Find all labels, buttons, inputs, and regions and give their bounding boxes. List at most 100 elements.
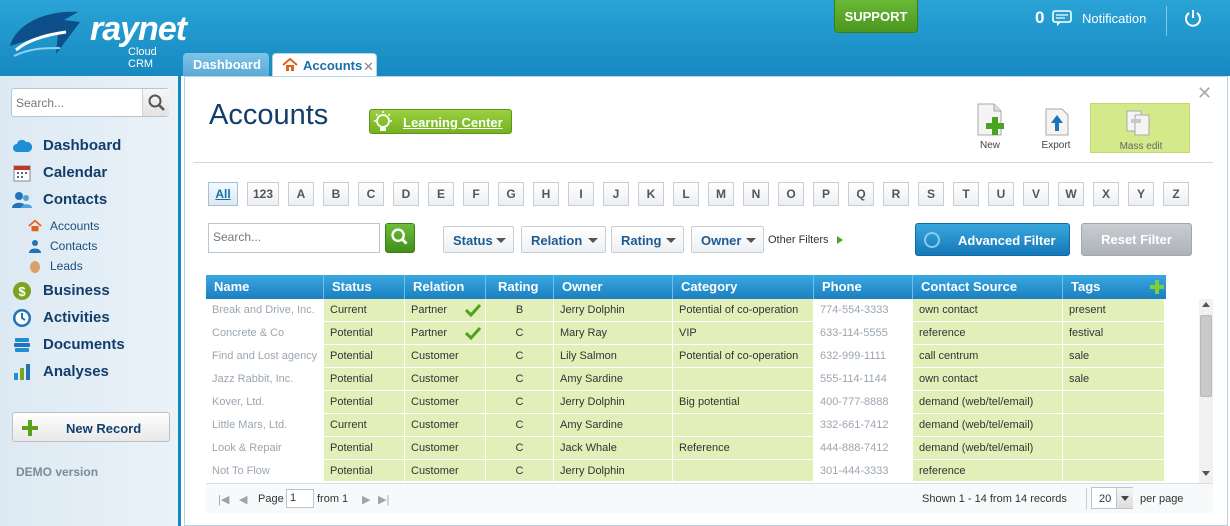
- column-header-tags[interactable]: Tags: [1063, 275, 1143, 299]
- table-row[interactable]: Find and Lost agency Potential Customer C Li…: [206, 345, 1166, 368]
- owner-dropdown[interactable]: Owner: [691, 226, 764, 253]
- column-header-phone[interactable]: Phone: [814, 275, 913, 299]
- prev-page-icon[interactable]: ◀: [239, 493, 247, 506]
- export-button[interactable]: Export: [1031, 103, 1081, 151]
- sidebar-subitem-leads[interactable]: Leads: [28, 257, 168, 275]
- column-header-rating[interactable]: Rating: [486, 275, 554, 299]
- cell-name[interactable]: Concrete & Co: [206, 322, 324, 344]
- alphabet-filter-all[interactable]: All: [208, 182, 238, 206]
- alphabet-filter-y[interactable]: Y: [1128, 182, 1154, 206]
- alphabet-filter-s[interactable]: S: [918, 182, 944, 206]
- other-filters-link[interactable]: Other Filters: [768, 234, 829, 246]
- alphabet-filter-e[interactable]: E: [428, 182, 454, 206]
- cell-name[interactable]: Find and Lost agency: [206, 345, 324, 367]
- alphabet-filter-k[interactable]: K: [638, 182, 664, 206]
- cell-name[interactable]: Not To Flow: [206, 460, 324, 481]
- tab-close-icon[interactable]: ✕: [363, 55, 374, 78]
- alphabet-filter-f[interactable]: F: [463, 182, 489, 206]
- scroll-down-icon[interactable]: [1202, 471, 1210, 476]
- column-header-name[interactable]: Name: [206, 275, 324, 299]
- power-icon[interactable]: [1184, 9, 1202, 27]
- page-size-select[interactable]: 20: [1091, 487, 1133, 509]
- alphabet-filter-d[interactable]: D: [393, 182, 419, 206]
- notification-chat-icon[interactable]: [1052, 10, 1072, 26]
- new-record-button[interactable]: New Record: [12, 412, 170, 442]
- column-header-contact-source[interactable]: Contact Source: [913, 275, 1063, 299]
- sidebar-item-calendar[interactable]: Calendar: [12, 161, 177, 185]
- alphabet-filter-w[interactable]: W: [1058, 182, 1084, 206]
- sidebar-search-input[interactable]: [16, 94, 136, 112]
- raynet-logo[interactable]: raynet Cloud CRM: [6, 4, 187, 70]
- table-row[interactable]: Break and Drive, Inc. Current Partner B Jerr…: [206, 299, 1166, 322]
- table-row[interactable]: Concrete & Co Potential Partner C Mary Ray VI…: [206, 322, 1166, 345]
- table-row[interactable]: Kover, Ltd. Potential Customer C Jerry Dolph…: [206, 391, 1166, 414]
- tab-accounts[interactable]: Accounts ✕: [272, 53, 377, 76]
- sidebar-subitem-contacts[interactable]: Contacts: [28, 237, 168, 255]
- alphabet-filter-h[interactable]: H: [533, 182, 559, 206]
- chevron-down-icon[interactable]: [1116, 488, 1133, 508]
- chevron-right-icon[interactable]: [837, 236, 843, 244]
- cell-name[interactable]: Little Mars, Ltd.: [206, 414, 324, 436]
- sidebar-item-activities[interactable]: Activities: [12, 306, 177, 330]
- table-row[interactable]: Not To Flow Potential Customer C Jerry Dolph…: [206, 460, 1166, 481]
- alphabet-filter-m[interactable]: M: [708, 182, 734, 206]
- alphabet-filter-c[interactable]: C: [358, 182, 384, 206]
- sidebar-subitem-accounts[interactable]: Accounts: [28, 217, 168, 235]
- rating-dropdown[interactable]: Rating: [611, 226, 684, 253]
- alphabet-filter-n[interactable]: N: [743, 182, 769, 206]
- table-row[interactable]: Little Mars, Ltd. Current Customer C Amy Sar…: [206, 414, 1166, 437]
- column-header-relation[interactable]: Relation: [405, 275, 486, 299]
- status-dropdown[interactable]: Status: [443, 226, 514, 253]
- column-header-owner[interactable]: Owner: [554, 275, 673, 299]
- alphabet-filter-r[interactable]: R: [883, 182, 909, 206]
- sidebar-item-analyses[interactable]: Analyses: [12, 360, 177, 384]
- alphabet-filter-o[interactable]: O: [778, 182, 804, 206]
- support-button[interactable]: SUPPORT: [834, 0, 918, 33]
- alphabet-filter-j[interactable]: J: [603, 182, 629, 206]
- sidebar-item-business[interactable]: $ Business: [12, 279, 177, 303]
- sidebar-item-contacts[interactable]: Contacts: [12, 188, 177, 212]
- alphabet-filter-g[interactable]: G: [498, 182, 524, 206]
- alphabet-filter-123[interactable]: 123: [247, 182, 279, 206]
- alphabet-filter-l[interactable]: L: [673, 182, 699, 206]
- alphabet-filter-z[interactable]: Z: [1163, 182, 1189, 206]
- sidebar-item-dashboard[interactable]: Dashboard: [12, 134, 177, 158]
- advanced-filter-button[interactable]: Advanced Filter: [915, 223, 1070, 256]
- close-icon[interactable]: ✕: [1197, 83, 1212, 104]
- column-header-status[interactable]: Status: [324, 275, 405, 299]
- sidebar-item-documents[interactable]: Documents: [12, 333, 177, 357]
- next-page-icon[interactable]: ▶: [362, 493, 370, 506]
- alphabet-filter-b[interactable]: B: [323, 182, 349, 206]
- alphabet-filter-a[interactable]: A: [288, 182, 314, 206]
- column-header-category[interactable]: Category: [673, 275, 814, 299]
- sidebar-search-button[interactable]: [142, 89, 169, 116]
- list-search-input[interactable]: [213, 230, 373, 244]
- add-column-icon[interactable]: [1150, 280, 1164, 294]
- search-go-button[interactable]: [385, 223, 415, 253]
- page-number-input[interactable]: 1: [286, 489, 314, 508]
- last-page-icon[interactable]: ▶|: [378, 493, 389, 506]
- first-page-icon[interactable]: |◀: [218, 493, 229, 506]
- table-scrollbar[interactable]: [1199, 299, 1213, 483]
- cell-name[interactable]: Look & Repair: [206, 437, 324, 459]
- alphabet-filter-p[interactable]: P: [813, 182, 839, 206]
- alphabet-filter-q[interactable]: Q: [848, 182, 874, 206]
- alphabet-filter-u[interactable]: U: [988, 182, 1014, 206]
- alphabet-filter-x[interactable]: X: [1093, 182, 1119, 206]
- mass-edit-button[interactable]: Mass edit: [1090, 103, 1190, 153]
- alphabet-filter-v[interactable]: V: [1023, 182, 1049, 206]
- alphabet-filter-t[interactable]: T: [953, 182, 979, 206]
- cell-name[interactable]: Break and Drive, Inc.: [206, 299, 324, 321]
- reset-filter-button[interactable]: Reset Filter: [1081, 223, 1192, 256]
- cell-name[interactable]: Jazz Rabbit, Inc.: [206, 368, 324, 390]
- new-button[interactable]: New: [965, 103, 1015, 151]
- scroll-thumb[interactable]: [1200, 315, 1212, 397]
- cell-name[interactable]: Kover, Ltd.: [206, 391, 324, 413]
- alphabet-filter-i[interactable]: I: [568, 182, 594, 206]
- table-row[interactable]: Look & Repair Potential Customer C Jack Whal…: [206, 437, 1166, 460]
- tab-dashboard[interactable]: Dashboard: [183, 53, 269, 76]
- table-row[interactable]: Jazz Rabbit, Inc. Potential Customer C Amy S…: [206, 368, 1166, 391]
- learning-center-button[interactable]: Learning Center: [369, 109, 512, 134]
- relation-dropdown[interactable]: Relation: [521, 226, 606, 253]
- scroll-up-icon[interactable]: [1202, 302, 1210, 307]
